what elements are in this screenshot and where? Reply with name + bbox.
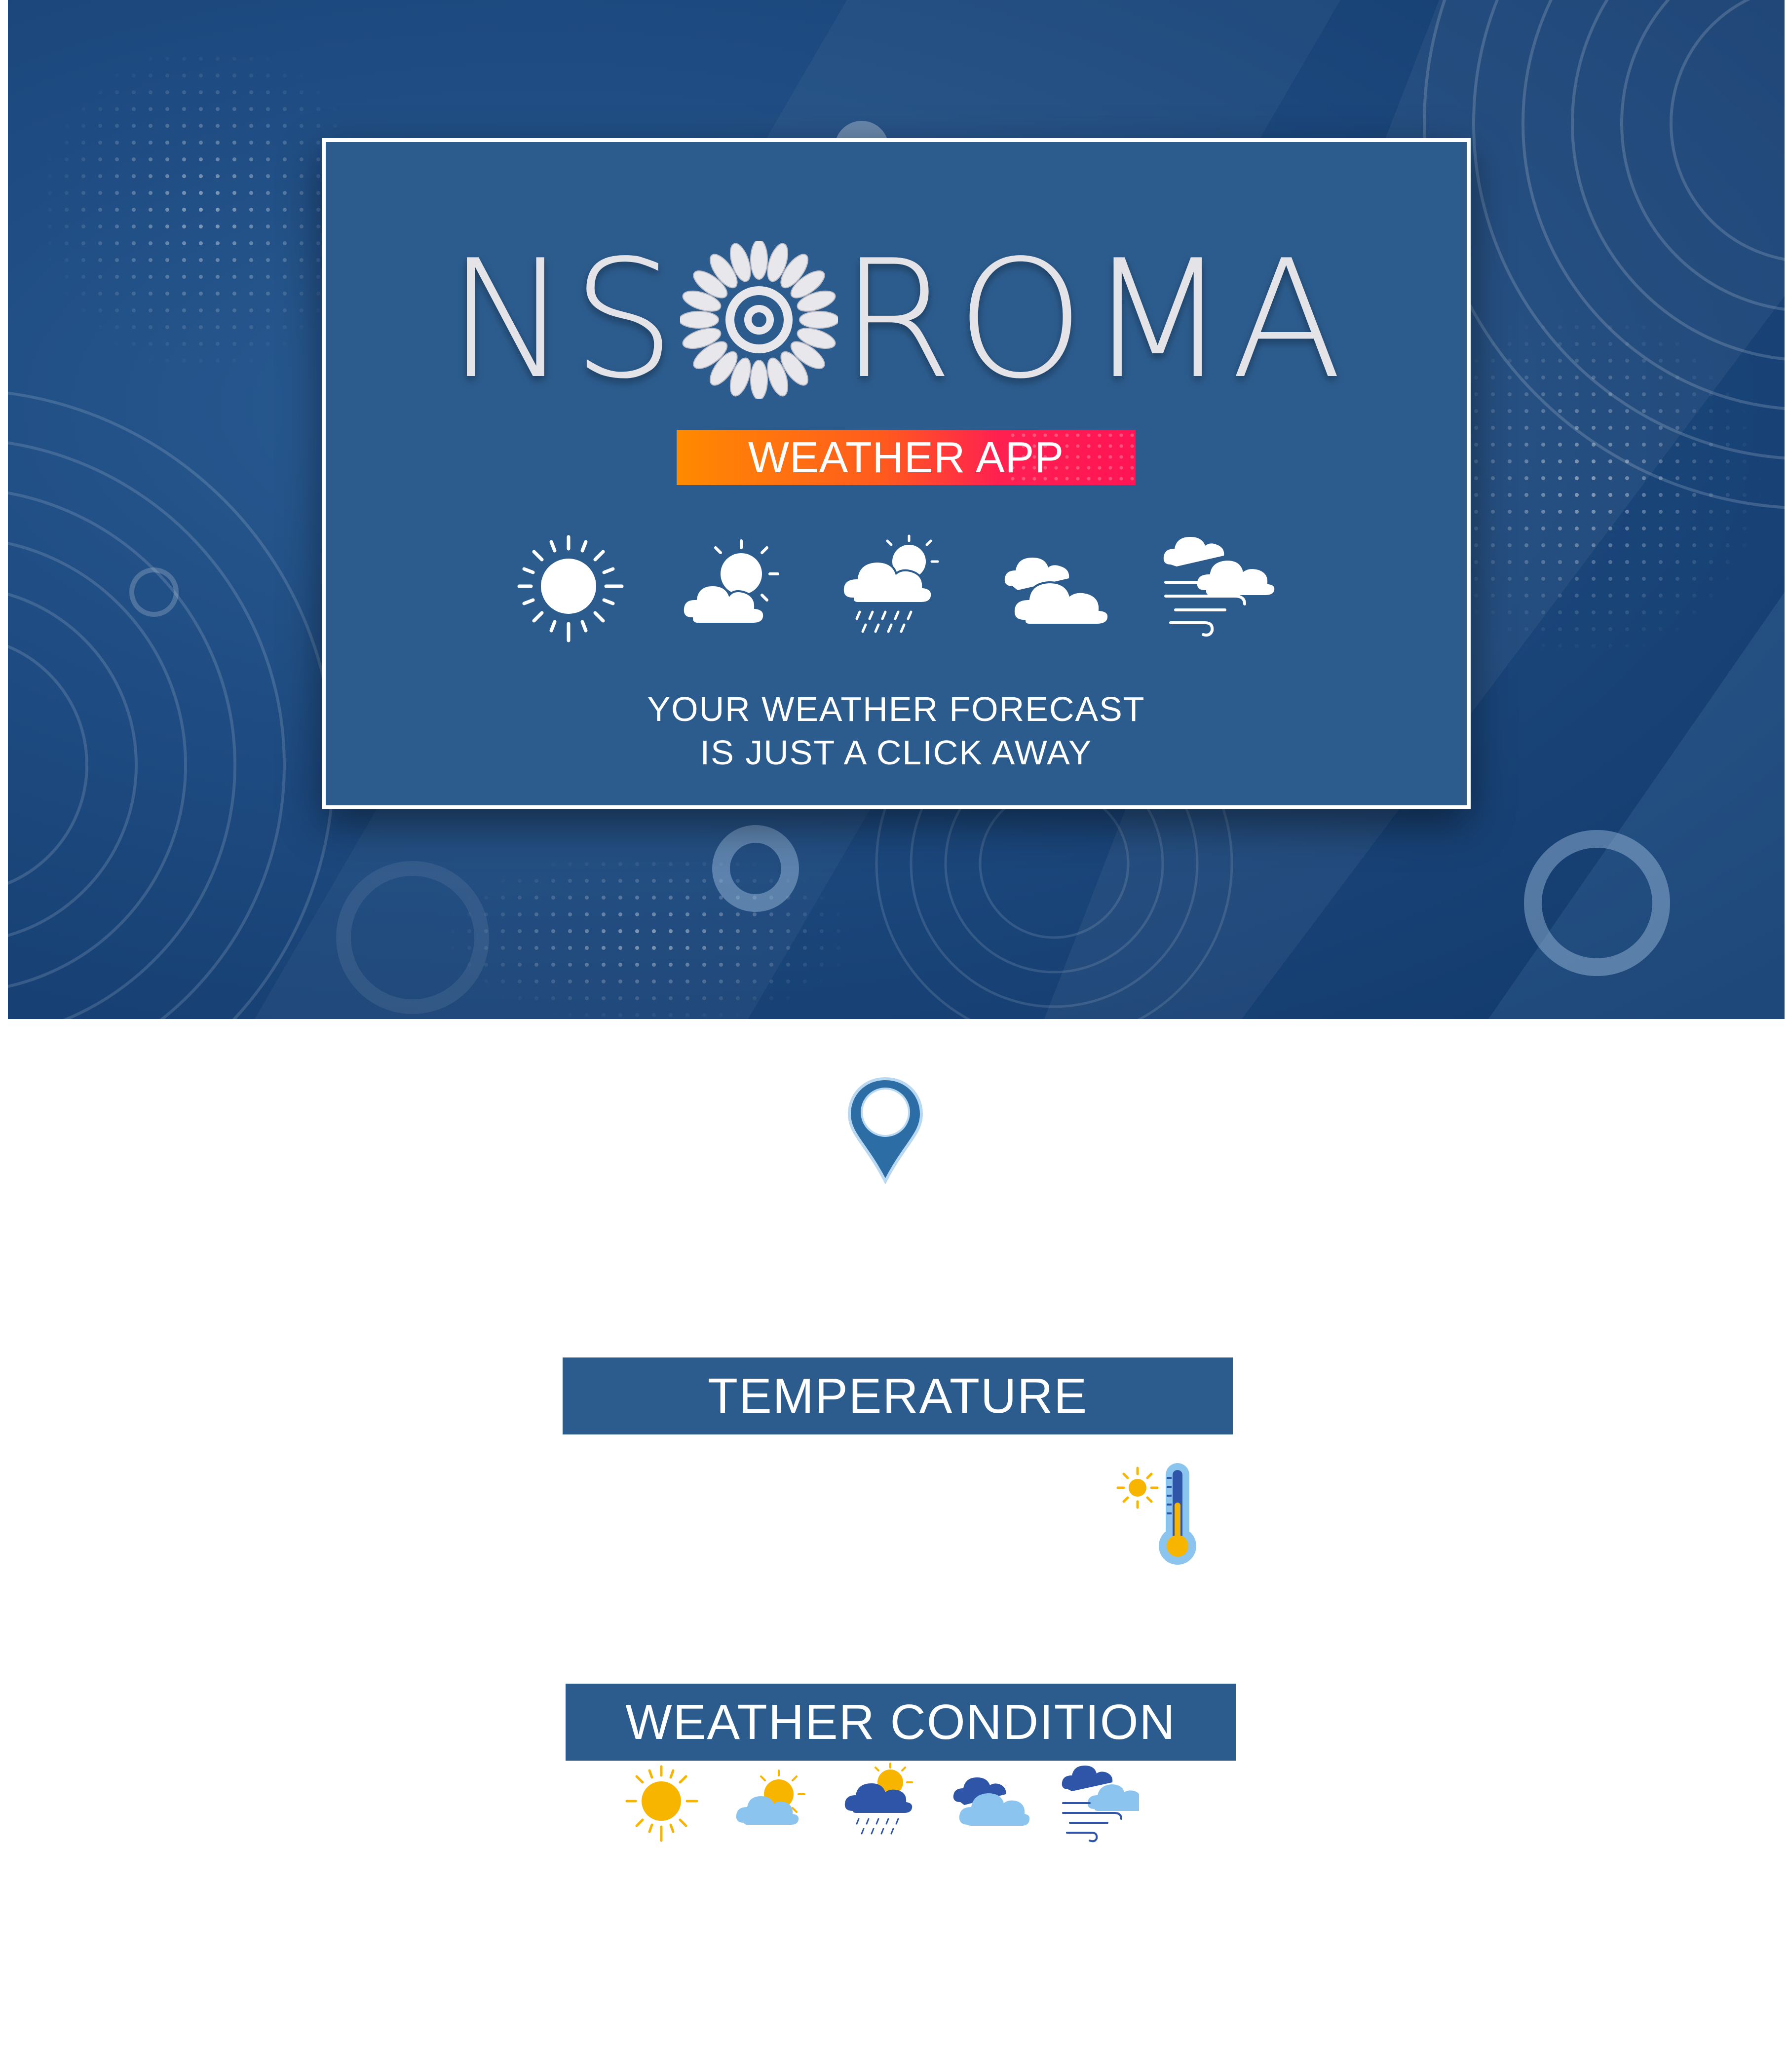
logo-text-right: ROMA	[840, 225, 1345, 414]
logo-text-left: NS	[447, 225, 679, 414]
hero-banner: NS ROMA WEATHER APP YOUR WEATHER FORECAS…	[8, 0, 1785, 1019]
badge-label: WEATHER APP	[748, 433, 1065, 482]
thermometer-sun-icon	[1110, 1458, 1209, 1567]
tagline-line-1: YOUR WEATHER FORECAST	[647, 690, 1145, 728]
sun-icon	[509, 527, 628, 645]
wind-icon	[1161, 527, 1279, 645]
location-pin-icon[interactable]	[846, 1076, 924, 1185]
weather-condition-header-label: WEATHER CONDITION	[625, 1694, 1176, 1750]
rain-icon	[835, 527, 953, 645]
temperature-header: TEMPERATURE	[563, 1357, 1233, 1434]
partly-cloudy-icon[interactable]	[731, 1762, 810, 1846]
cloudy-icon	[998, 527, 1116, 645]
logo-sun-icon	[679, 239, 840, 400]
partly-cloudy-icon	[672, 527, 791, 645]
sun-icon[interactable]	[622, 1762, 701, 1846]
temperature-header-label: TEMPERATURE	[707, 1368, 1088, 1424]
wind-icon[interactable]	[1060, 1762, 1146, 1846]
weather-condition-header: WEATHER CONDITION	[566, 1684, 1236, 1761]
rain-icon[interactable]	[841, 1762, 920, 1846]
hero-weather-icons	[326, 527, 1467, 655]
hero-card: NS ROMA WEATHER APP YOUR WEATHER FORECAS…	[322, 138, 1471, 809]
tagline: YOUR WEATHER FORECAST IS JUST A CLICK AW…	[326, 687, 1467, 774]
app-logo: NS ROMA	[326, 238, 1467, 401]
tagline-line-2: IS JUST A CLICK AWAY	[700, 733, 1093, 772]
weather-condition-icons	[622, 1762, 1165, 1850]
weather-app-badge: WEATHER APP	[677, 430, 1136, 485]
cloudy-icon[interactable]	[951, 1762, 1030, 1846]
